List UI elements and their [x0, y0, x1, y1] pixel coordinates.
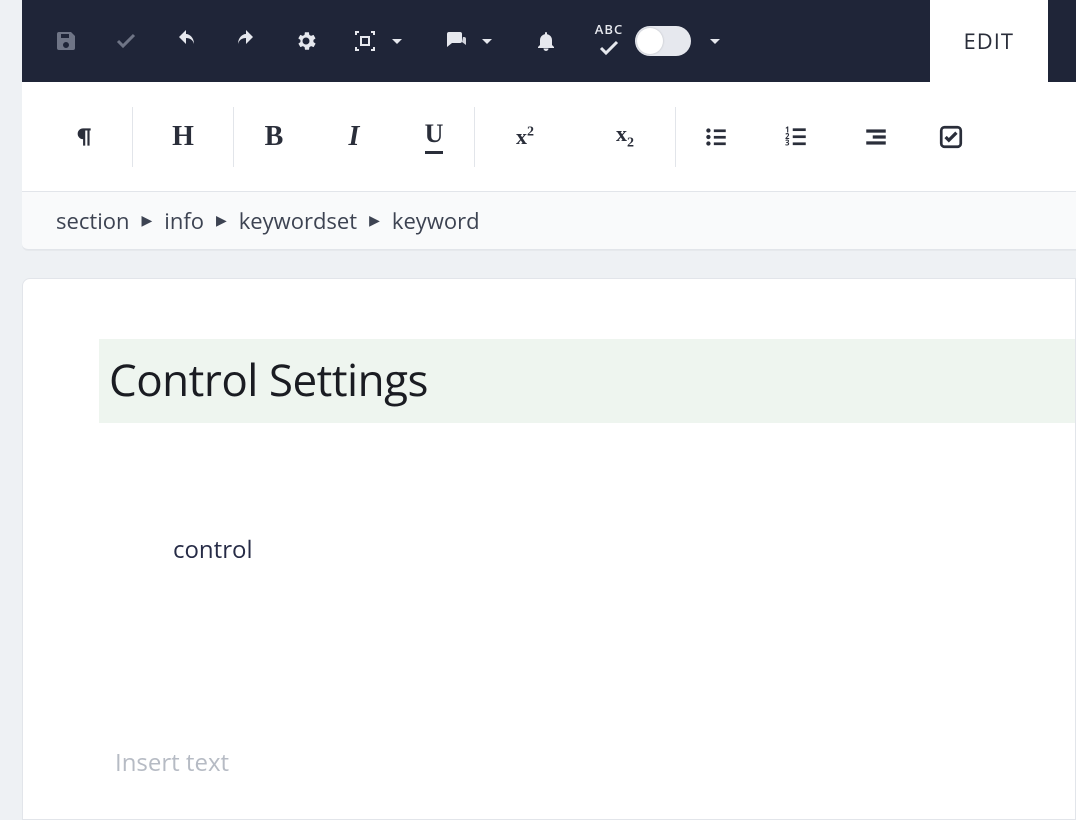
editor-pane[interactable]: Control Settings control Insert text: [22, 278, 1076, 820]
italic-button[interactable]: I: [314, 107, 394, 167]
undo-button[interactable]: [156, 0, 216, 82]
settings-button[interactable]: [276, 0, 336, 82]
numbered-list-icon: 123: [783, 124, 809, 150]
heading-icon: H: [172, 123, 194, 151]
underline-icon: U: [425, 119, 444, 154]
heading-button[interactable]: H: [133, 107, 233, 167]
insert-text-placeholder[interactable]: Insert text: [115, 746, 1075, 779]
underline-button[interactable]: U: [394, 107, 474, 167]
numbered-list-button[interactable]: 123: [756, 107, 836, 167]
chevron-down-icon: [385, 29, 409, 53]
breadcrumb-item-section[interactable]: section: [56, 206, 130, 236]
save-icon: [54, 29, 78, 53]
spellcheck-label: ABC: [595, 23, 623, 36]
undo-icon: [174, 29, 198, 53]
checkbox-button[interactable]: [916, 107, 986, 167]
chevron-right-icon: ▶: [216, 211, 227, 230]
top-toolbar: ABC EDIT: [22, 0, 1076, 82]
frame-dropdown[interactable]: [336, 0, 426, 82]
frame-icon: [353, 29, 377, 53]
redo-button[interactable]: [216, 0, 276, 82]
spellcheck-toggle-group: ABC: [576, 0, 746, 82]
redo-icon: [234, 29, 258, 53]
paragraph-style-button[interactable]: [32, 107, 132, 167]
breadcrumb: section ▶ info ▶ keywordset ▶ keyword: [22, 192, 1076, 250]
save-button[interactable]: [36, 0, 96, 82]
check-icon: [114, 29, 138, 53]
bullet-list-button[interactable]: [676, 107, 756, 167]
breadcrumb-item-keywordset[interactable]: keywordset: [239, 206, 357, 236]
edit-tab[interactable]: EDIT: [930, 0, 1048, 82]
superscript-button[interactable]: x2: [475, 107, 575, 167]
chevron-right-icon: ▶: [369, 211, 380, 230]
confirm-button[interactable]: [96, 0, 156, 82]
svg-text:3: 3: [785, 138, 790, 148]
check-icon: [597, 36, 621, 60]
align-button[interactable]: [836, 107, 916, 167]
chevron-right-icon: ▶: [142, 211, 153, 230]
comments-icon: [443, 29, 467, 53]
bold-button[interactable]: B: [234, 107, 314, 167]
subscript-button[interactable]: x2: [575, 107, 675, 167]
keyword-text[interactable]: control: [173, 533, 1075, 566]
breadcrumb-item-keyword[interactable]: keyword: [392, 206, 480, 236]
subscript-icon: x2: [616, 121, 634, 151]
spellcheck-toggle[interactable]: [635, 26, 691, 56]
breadcrumb-item-info[interactable]: info: [164, 206, 204, 236]
secondary-tab-slab[interactable]: [1048, 0, 1062, 82]
superscript-icon: x2: [516, 124, 534, 150]
format-toolbar: H B I U x2 x2 123: [22, 82, 1076, 192]
document-title: Control Settings: [109, 349, 1075, 409]
checkbox-icon: [938, 124, 964, 150]
align-right-icon: [863, 124, 889, 150]
comments-dropdown[interactable]: [426, 0, 516, 82]
chevron-down-icon: [475, 29, 499, 53]
bell-icon: [534, 29, 558, 53]
chevron-down-icon[interactable]: [703, 29, 727, 53]
bullet-list-icon: [703, 124, 729, 150]
edit-tab-label: EDIT: [964, 26, 1014, 56]
pilcrow-icon: [69, 124, 95, 150]
bold-icon: B: [265, 123, 284, 151]
document-title-block[interactable]: Control Settings: [99, 339, 1075, 423]
italic-icon: I: [349, 123, 360, 151]
spellcheck-button[interactable]: ABC: [595, 23, 623, 60]
gear-icon: [294, 29, 318, 53]
notifications-button[interactable]: [516, 0, 576, 82]
